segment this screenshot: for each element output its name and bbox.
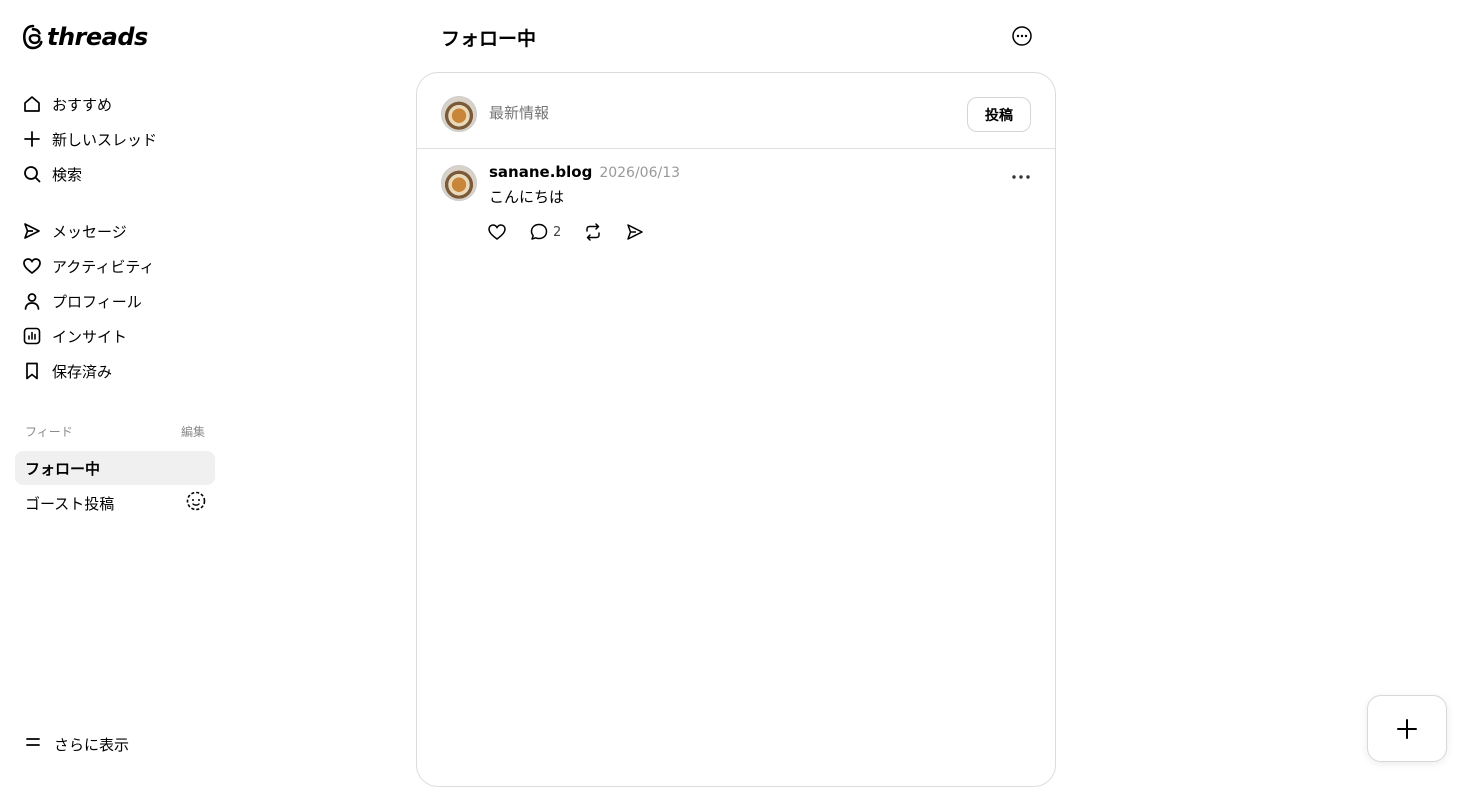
feed-panel: 投稿 sanane.blog 2026/06/13 こんにちは 2 [416,72,1056,787]
logo-wordmark: threads [47,23,148,51]
feed-label: フォロー中 [25,459,101,478]
nav-item-saved[interactable]: 保存済み [22,357,112,385]
nav-item-profile[interactable]: プロフィール [22,287,142,315]
feeds-header: フィード 編集 [25,423,205,440]
send-icon [22,221,42,241]
post-more-button[interactable] [1011,167,1031,179]
new-thread-fab[interactable] [1367,695,1447,762]
nav-label: プロフィール [52,292,142,311]
repost-button[interactable] [583,220,603,244]
feed-label: ゴースト投稿 [25,494,115,513]
nav-label: おすすめ [52,95,113,114]
ghost-icon [185,490,207,516]
post-username[interactable]: sanane.blog [489,163,592,181]
threads-logo-icon [23,24,43,50]
nav-item-search[interactable]: 検索 [22,160,82,188]
feeds-edit-link[interactable]: 編集 [181,423,205,440]
menu-icon [24,733,42,755]
share-button[interactable] [625,220,645,244]
search-icon [22,164,42,184]
nav-label: アクティビティ [52,257,155,276]
heart-icon [22,256,42,276]
post-meta: sanane.blog 2026/06/13 [489,163,680,181]
nav-label: 検索 [52,165,83,184]
avatar[interactable] [441,96,477,132]
avatar[interactable] [441,165,477,201]
post-text: こんにちは [489,188,565,206]
feed-item-ghost-posts[interactable]: ゴースト投稿 [15,486,215,520]
post-button[interactable]: 投稿 [967,97,1031,132]
nav-item-activity[interactable]: アクティビティ [22,252,154,280]
more-circle-icon [1012,26,1032,46]
nav-item-new-thread[interactable]: 新しいスレッド [22,125,157,153]
nav-item-insights[interactable]: インサイト [22,322,127,350]
feeds-label: フィード [25,425,73,439]
feed-item-following[interactable]: フォロー中 [15,451,215,485]
plus-icon [1397,718,1417,739]
like-button[interactable] [487,220,507,244]
nav-label: 新しいスレッド [52,130,158,149]
page-title: フォロー中 [441,28,537,50]
post-timestamp: 2026/06/13 [599,165,681,181]
insights-icon [22,326,42,346]
reply-button[interactable]: 2 [529,220,561,244]
nav-label: インサイト [52,327,128,346]
more-menu-button[interactable]: さらに表示 [24,732,129,756]
send-icon [627,224,644,240]
nav-item-messages[interactable]: メッセージ [22,217,127,245]
composer-input[interactable] [489,104,889,122]
reply-count: 2 [553,224,562,240]
nav-label: メッセージ [52,222,127,241]
heart-icon [488,224,506,240]
more-horizontal-icon [1012,175,1030,179]
threads-app: threads おすすめ 新しいスレッド 検索 メッセージ アクティビティ プロ… [0,0,1472,787]
post-actions: 2 [487,220,667,244]
post-composer: 投稿 [417,73,1055,149]
bookmark-icon [22,361,42,381]
nav-label: 保存済み [52,362,113,381]
post-item: sanane.blog 2026/06/13 こんにちは 2 [417,150,1055,260]
nav-item-recommended[interactable]: おすすめ [22,90,112,118]
repost-icon [586,223,601,241]
comment-icon [530,223,548,240]
plus-icon [22,129,42,149]
threads-logo[interactable]: threads [22,22,148,52]
feed-options-button[interactable] [1011,25,1033,47]
user-icon [22,291,42,311]
more-menu-label: さらに表示 [54,735,130,754]
home-icon [22,94,42,114]
sidebar: threads おすすめ 新しいスレッド 検索 メッセージ アクティビティ プロ… [0,0,230,787]
